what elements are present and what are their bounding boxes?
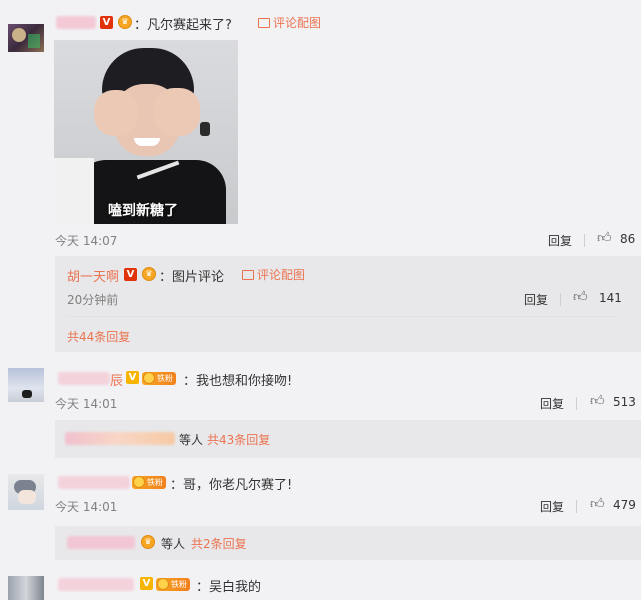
others-label: 等人	[179, 433, 204, 447]
picture-icon	[242, 270, 254, 280]
comment-text: ：凡尔赛起来了?	[134, 18, 232, 33]
sub-reply-picture-link[interactable]: 评论配图	[242, 266, 305, 283]
sub-reply-button[interactable]: 回复	[524, 291, 548, 308]
fan-badge: 铁粉	[142, 372, 176, 385]
verified-v-icon: V	[140, 577, 153, 590]
fan-crown-icon	[157, 578, 169, 590]
reply-button[interactable]: 回复	[548, 232, 572, 249]
username-blurred[interactable]	[58, 372, 110, 385]
sub-reply-user[interactable]: 胡一天啊	[67, 266, 119, 285]
username-tail[interactable]: 辰	[110, 370, 123, 389]
sub-reply-box: 胡一天啊 V ♛ ：图片评论 评论配图 20分钟前 回复 👍︎ 141 共44条…	[55, 256, 641, 352]
verified-v-icon: V	[124, 268, 137, 281]
fan-crown-icon: ♛	[141, 535, 155, 549]
like-count: 513	[613, 395, 636, 409]
divider	[67, 316, 617, 317]
username-blurred[interactable]	[58, 578, 134, 591]
sub-reply-box: 等人 共43条回复	[55, 420, 641, 458]
fan-badge: 铁粉	[156, 578, 190, 591]
comment-text: ：吴白我的	[196, 580, 262, 595]
fan-crown-icon: ♛	[142, 267, 156, 281]
reply-button[interactable]: 回复	[540, 498, 564, 515]
like-count: 141	[599, 291, 622, 305]
divider	[560, 293, 561, 306]
avatar[interactable]	[8, 576, 44, 600]
fan-badge: 铁粉	[132, 476, 166, 489]
replier-avatars-blurred[interactable]	[65, 432, 175, 445]
thumbs-up-icon[interactable]: 👍︎	[590, 495, 605, 512]
comment-text: ：哥，你老凡尔赛了!	[170, 478, 293, 493]
fan-crown-icon	[143, 372, 155, 384]
sub-reply-time: 20分钟前	[67, 293, 119, 307]
comment-time: 今天 14:01	[55, 397, 118, 411]
username-blurred[interactable]	[56, 16, 96, 29]
replier-avatars-blurred[interactable]	[67, 536, 135, 549]
verified-v-icon: V	[126, 371, 139, 384]
divider	[584, 234, 585, 247]
thumbs-up-icon[interactable]: 👍︎	[590, 392, 605, 409]
divider	[576, 500, 577, 513]
sub-reply-box: ♛ 等人 共2条回复	[55, 526, 641, 560]
fan-crown-icon: ♛	[118, 15, 132, 29]
comment-time: 今天 14:01	[55, 500, 118, 514]
comment-picture-link[interactable]: 评论配图	[258, 14, 321, 31]
comment-time: 今天 14:07	[55, 234, 118, 248]
divider	[576, 397, 577, 410]
avatar[interactable]	[8, 474, 44, 510]
like-count: 86	[620, 232, 636, 246]
total-replies-link[interactable]: 共2条回复	[191, 535, 247, 552]
others-label: 等人	[161, 537, 186, 551]
sub-reply-text: ：图片评论	[159, 270, 225, 285]
picture-icon	[258, 18, 270, 28]
thumbs-up-icon[interactable]: 👍︎	[597, 229, 612, 246]
reply-button[interactable]: 回复	[540, 395, 564, 412]
verified-v-icon: V	[100, 16, 113, 29]
image-caption: 嗑到新糖了	[108, 203, 178, 219]
total-replies-link[interactable]: 共43条回复	[207, 431, 270, 448]
like-count: 479	[613, 498, 636, 512]
avatar[interactable]	[8, 24, 44, 52]
avatar[interactable]	[8, 368, 44, 402]
username-blurred[interactable]	[58, 476, 130, 489]
comment-text: ：我也想和你接吻!	[183, 374, 293, 389]
total-replies-link[interactable]: 共44条回复	[67, 328, 130, 345]
fan-crown-icon	[133, 476, 145, 488]
comment-image[interactable]: 嗑到新糖了	[54, 40, 238, 224]
thumbs-up-icon[interactable]: 👍︎	[573, 288, 588, 305]
